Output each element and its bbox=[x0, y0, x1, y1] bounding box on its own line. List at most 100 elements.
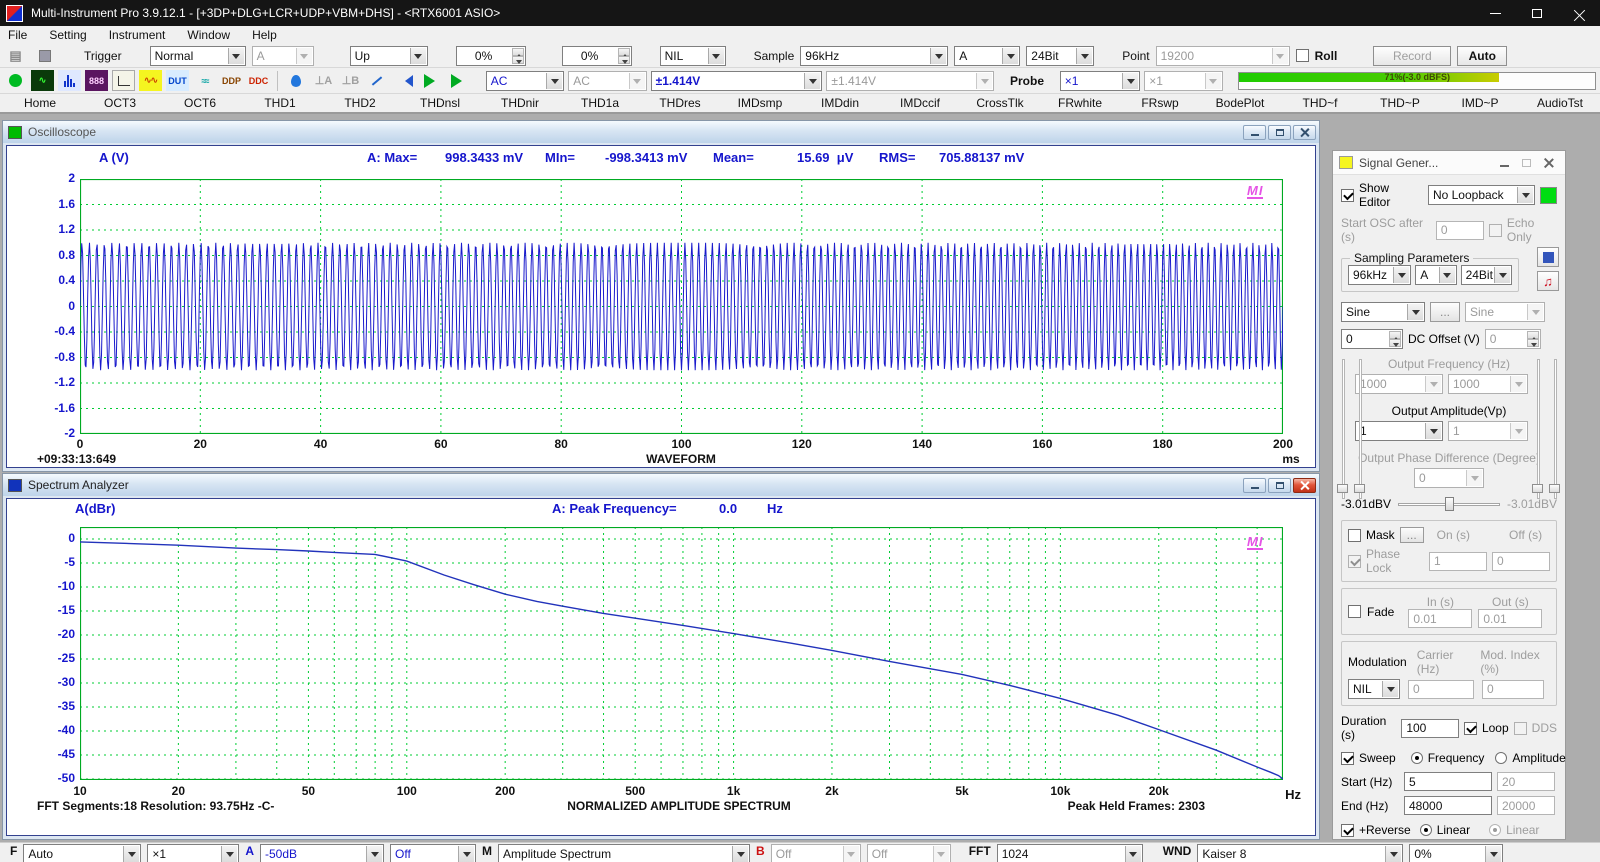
midi-note-button[interactable]: ♫ bbox=[1537, 271, 1559, 291]
spectrum-close-button[interactable] bbox=[1293, 478, 1316, 493]
tab-bodeplot[interactable]: BodePlot bbox=[1200, 94, 1280, 112]
tab-oct3[interactable]: OCT3 bbox=[80, 94, 160, 112]
range-a-select[interactable]: ±1.414V bbox=[651, 71, 823, 91]
app-minimize-button[interactable] bbox=[1474, 0, 1516, 26]
app-maximize-button[interactable] bbox=[1516, 0, 1558, 26]
amplitude-slider-a1[interactable] bbox=[1336, 359, 1350, 499]
play-output-icon[interactable] bbox=[447, 70, 470, 91]
trigger-level-stepper[interactable]: 0% bbox=[456, 46, 526, 66]
loop-checkbox[interactable] bbox=[1464, 722, 1477, 735]
sweep-start-input[interactable]: 5 bbox=[1404, 772, 1492, 791]
app-close-button[interactable] bbox=[1558, 0, 1600, 26]
show-editor-checkbox[interactable] bbox=[1341, 189, 1354, 202]
measurement-mode-select[interactable]: Amplitude Spectrum bbox=[498, 844, 750, 862]
menu-window[interactable]: Window bbox=[187, 28, 230, 42]
multimeter-icon[interactable]: 888 bbox=[85, 70, 108, 91]
trigger-mode-select[interactable]: Normal bbox=[150, 46, 246, 66]
device-test-plan-icon[interactable]: DUT bbox=[166, 70, 189, 91]
open-file-icon[interactable]: ▤ bbox=[4, 45, 27, 66]
window-function-select[interactable]: Kaiser 8 bbox=[1197, 844, 1403, 862]
overlap-select[interactable]: 0% bbox=[1409, 844, 1503, 862]
trigger-hpf-select[interactable]: NIL bbox=[660, 46, 726, 66]
spinner-arrows-icon[interactable] bbox=[1389, 331, 1401, 347]
probe-a-select[interactable]: ×1 bbox=[1060, 71, 1140, 91]
balance-slider[interactable] bbox=[1396, 496, 1502, 512]
spectrum-minimize-button[interactable] bbox=[1243, 478, 1266, 493]
freq-mult-select[interactable]: ×1 bbox=[147, 844, 239, 862]
waveform-a-select[interactable]: Sine bbox=[1341, 302, 1425, 322]
tab-thd2[interactable]: THD2 bbox=[320, 94, 400, 112]
oscilloscope-waveform-chart[interactable] bbox=[80, 179, 1283, 434]
tab-imd-p[interactable]: IMD~P bbox=[1440, 94, 1520, 112]
roll-checkbox[interactable] bbox=[1296, 49, 1309, 62]
mask-checkbox[interactable] bbox=[1348, 529, 1361, 542]
signal-generator-icon[interactable]: ∿∿ bbox=[139, 70, 162, 91]
spectrum-analyzer-icon[interactable] bbox=[58, 70, 81, 91]
ddp-viewer-icon[interactable]: DDP bbox=[220, 70, 243, 91]
sweep-linear-radio[interactable] bbox=[1420, 824, 1432, 836]
spectrum-maximize-button[interactable] bbox=[1268, 478, 1291, 493]
spectrum-plot-area[interactable]: A(dBr) A: Peak Frequency= 0.0 Hz MI FFT … bbox=[6, 498, 1316, 836]
tab-thd1a[interactable]: THD1a bbox=[560, 94, 640, 112]
oscilloscope-minimize-button[interactable] bbox=[1243, 125, 1266, 140]
tab-oct6[interactable]: OCT6 bbox=[160, 94, 240, 112]
spinner-arrows-icon[interactable] bbox=[618, 48, 630, 64]
siggen-channel-select[interactable]: A bbox=[1415, 265, 1456, 285]
tab-home[interactable]: Home bbox=[0, 94, 80, 112]
trigger-delay-stepper[interactable]: 0% bbox=[562, 46, 632, 66]
siggen-maximize-button[interactable] bbox=[1515, 152, 1537, 174]
play-icon[interactable] bbox=[420, 70, 443, 91]
tab-thdnsl[interactable]: THDnsl bbox=[400, 94, 480, 112]
amplitude-a-select[interactable]: 1 bbox=[1355, 421, 1443, 441]
coupling-a-select[interactable]: AC bbox=[486, 71, 564, 91]
tab-audiotst[interactable]: AudioTst bbox=[1520, 94, 1600, 112]
auto-button[interactable]: Auto bbox=[1457, 46, 1507, 66]
sample-bits-select[interactable]: 24Bit bbox=[1026, 46, 1094, 66]
fft-size-select[interactable]: 1024 bbox=[997, 844, 1143, 862]
sweep-amplitude-radio[interactable] bbox=[1495, 752, 1507, 764]
siggen-minimize-button[interactable] bbox=[1493, 152, 1515, 174]
modulation-select[interactable]: NIL bbox=[1348, 679, 1400, 699]
derived-data-curve-icon[interactable]: ≈≈ bbox=[193, 70, 216, 91]
tab-thd1[interactable]: THD1 bbox=[240, 94, 320, 112]
reverse-checkbox[interactable] bbox=[1341, 824, 1354, 837]
loopback-select[interactable]: No Loopback bbox=[1428, 185, 1535, 205]
a-range-select[interactable]: -50dB bbox=[260, 844, 384, 862]
tab-crosstlk[interactable]: CrossTlk bbox=[960, 94, 1040, 112]
oscilloscope-titlebar[interactable]: Oscilloscope bbox=[3, 121, 1319, 143]
menu-file[interactable]: File bbox=[8, 28, 27, 42]
tab-thd-p[interactable]: THD~P bbox=[1360, 94, 1440, 112]
menu-help[interactable]: Help bbox=[252, 28, 277, 42]
oscilloscope-maximize-button[interactable] bbox=[1268, 125, 1291, 140]
ddc-icon[interactable]: DDC bbox=[247, 70, 270, 91]
siggen-rate-select[interactable]: 96kHz bbox=[1348, 265, 1411, 285]
spinner-arrows-icon[interactable] bbox=[512, 48, 524, 64]
tab-frwhite[interactable]: FRwhite bbox=[1040, 94, 1120, 112]
input-setup-icon[interactable] bbox=[366, 70, 389, 91]
duration-input[interactable]: 100 bbox=[1401, 719, 1459, 738]
tab-imddin[interactable]: IMDdin bbox=[800, 94, 880, 112]
calibration-icon[interactable] bbox=[285, 70, 308, 91]
siggen-bits-select[interactable]: 24Bit bbox=[1461, 265, 1512, 285]
tab-thdres[interactable]: THDres bbox=[640, 94, 720, 112]
amplitude-slider-a2[interactable] bbox=[1353, 359, 1367, 499]
save-file-icon[interactable] bbox=[33, 45, 56, 66]
menu-instrument[interactable]: Instrument bbox=[109, 28, 166, 42]
oscilloscope-plot-area[interactable]: A (V) A: Max= 998.3433 mV MIn= -998.3413… bbox=[6, 145, 1316, 468]
tab-imdccif[interactable]: IMDccif bbox=[880, 94, 960, 112]
tab-frswp[interactable]: FRswp bbox=[1120, 94, 1200, 112]
tab-thd-f[interactable]: THD~f bbox=[1280, 94, 1360, 112]
sweep-checkbox[interactable] bbox=[1341, 752, 1354, 765]
oscilloscope-close-button[interactable] bbox=[1293, 125, 1316, 140]
waveform-more-button[interactable]: ... bbox=[1430, 302, 1460, 322]
save-signal-button[interactable] bbox=[1537, 247, 1559, 267]
oscilloscope-icon[interactable]: ∿ bbox=[31, 70, 54, 91]
tab-thdnir[interactable]: THDnir bbox=[480, 94, 560, 112]
tab-imdsmp[interactable]: IMDsmp bbox=[720, 94, 800, 112]
sweep-frequency-radio[interactable] bbox=[1411, 752, 1423, 764]
speaker-icon[interactable] bbox=[393, 70, 416, 91]
siggen-titlebar[interactable]: Signal Gener... bbox=[1333, 151, 1565, 175]
menu-setting[interactable]: Setting bbox=[49, 28, 86, 42]
fade-checkbox[interactable] bbox=[1348, 605, 1361, 618]
trigger-edge-select[interactable]: Up bbox=[350, 46, 428, 66]
